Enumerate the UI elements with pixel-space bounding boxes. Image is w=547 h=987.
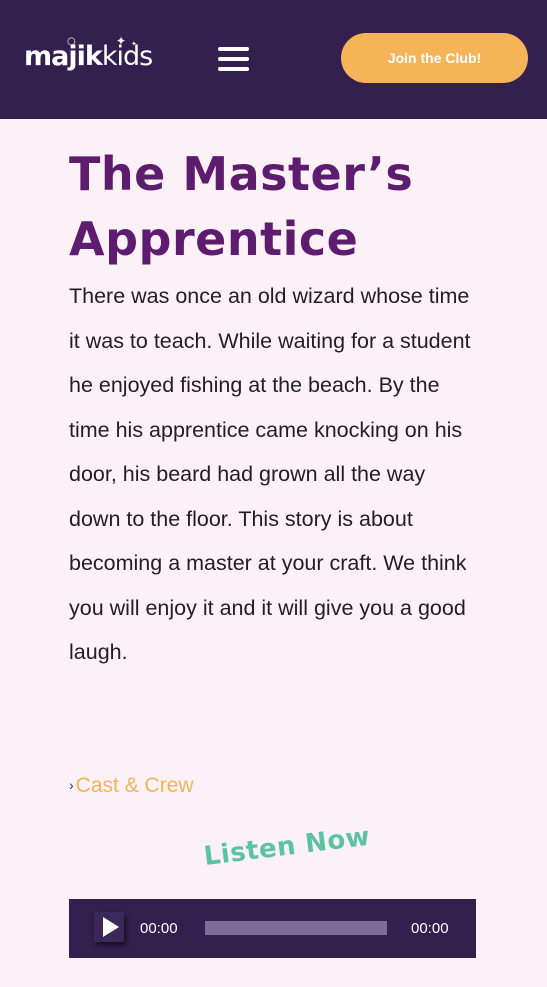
play-icon[interactable]	[94, 912, 124, 942]
cast-and-crew-link[interactable]: ›Cast & Crew	[69, 774, 194, 798]
cast-and-crew-label: Cast & Crew	[75, 774, 194, 797]
sparkle-icon: ✦	[131, 40, 137, 48]
logo-wordmark-secondary: kids	[101, 41, 153, 72]
hamburger-line	[218, 47, 249, 51]
hamburger-menu-icon[interactable]	[218, 47, 249, 71]
current-time: 00:00	[140, 920, 178, 937]
chevron-right-icon: ›	[69, 777, 74, 793]
audio-progress-bar[interactable]	[205, 921, 387, 935]
hamburger-line	[218, 67, 249, 71]
logo-wordmark-primary: majik	[24, 41, 103, 72]
page-title: The Master’s Apprentice	[69, 147, 414, 266]
hamburger-line	[218, 57, 249, 61]
audio-player: 00:00 00:00	[69, 899, 476, 958]
total-duration: 00:00	[411, 920, 449, 937]
sparkle-icon: ○	[67, 36, 76, 47]
listen-now-heading: Listen Now	[202, 821, 372, 872]
majikkids-logo[interactable]: majikkids ○ ✦ ✦	[24, 34, 153, 80]
site-header: majikkids ○ ✦ ✦ Join the Club!	[0, 0, 547, 119]
story-description: There was once an old wizard whose time …	[69, 284, 471, 664]
join-the-club-button[interactable]: Join the Club!	[341, 33, 528, 83]
sparkle-icon: ✦	[116, 34, 127, 48]
